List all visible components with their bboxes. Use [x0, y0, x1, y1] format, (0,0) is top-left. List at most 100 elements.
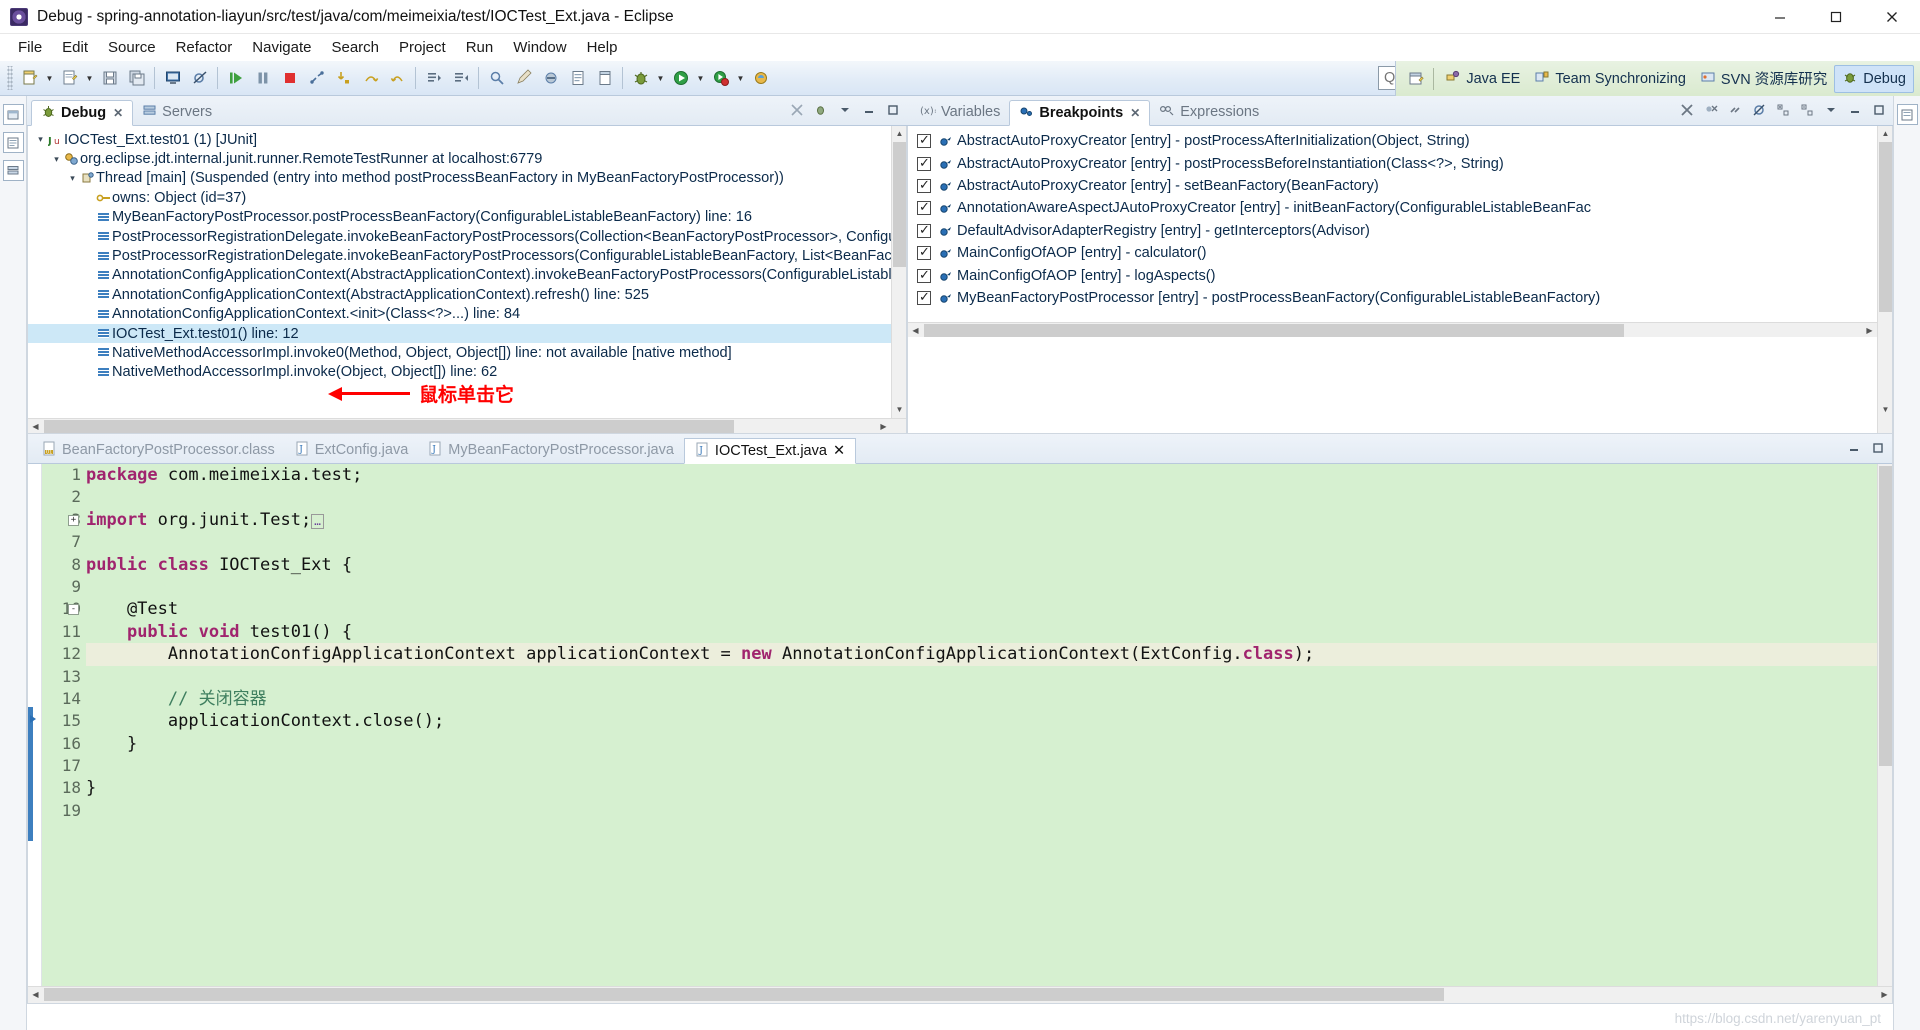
new-java-class-icon[interactable]: [56, 65, 83, 91]
breakpoint-checkbox[interactable]: [917, 132, 931, 149]
skip-breakpoints-icon[interactable]: [1749, 100, 1769, 120]
menu-source[interactable]: Source: [98, 36, 166, 59]
breakpoint-row[interactable]: AbstractAutoProxyCreator [entry] - setBe…: [908, 175, 1892, 197]
minimize-icon[interactable]: [1844, 438, 1864, 458]
external-tools-icon[interactable]: [747, 65, 774, 91]
scroll-thumb[interactable]: [893, 142, 906, 267]
debug-tree-row[interactable]: owns: Object (id=37): [28, 188, 906, 207]
step-return-icon[interactable]: [384, 65, 411, 91]
save-icon[interactable]: [96, 65, 123, 91]
previous-annotation-icon[interactable]: [447, 65, 474, 91]
twisty-expanded-icon[interactable]: ▾: [66, 173, 79, 184]
expand-all-icon[interactable]: [1773, 100, 1793, 120]
menu-help[interactable]: Help: [577, 36, 628, 59]
close-icon[interactable]: ✕: [113, 106, 123, 120]
breakpoints-hscrollbar[interactable]: ◀ ▶: [908, 322, 1877, 337]
new-wizard-icon[interactable]: [16, 65, 43, 91]
perspective-team-synchronizing[interactable]: Team Synchronizing: [1527, 66, 1693, 92]
perspective-svn[interactable]: SVN 资源库研究: [1693, 65, 1834, 92]
code-text[interactable]: package com.meimeixia.test; import org.ju…: [86, 464, 1892, 986]
coverage-dropdown[interactable]: ▼: [734, 65, 747, 91]
scroll-up-icon[interactable]: ▲: [892, 126, 906, 141]
code-line[interactable]: applicationContext.close();: [86, 710, 1892, 732]
scroll-up-icon[interactable]: ▲: [1878, 126, 1892, 141]
maximize-icon[interactable]: [1869, 100, 1889, 120]
save-all-icon[interactable]: [123, 65, 150, 91]
scroll-right-icon[interactable]: ▶: [876, 419, 891, 433]
menu-refactor[interactable]: Refactor: [166, 36, 243, 59]
scroll-left-icon[interactable]: ◀: [908, 323, 923, 338]
code-line[interactable]: public class IOCTest_Ext {: [86, 554, 1892, 576]
scroll-thumb[interactable]: [924, 324, 1624, 337]
search-icon[interactable]: [483, 65, 510, 91]
editor-vscrollbar[interactable]: [1877, 464, 1892, 986]
breakpoint-checkbox[interactable]: [917, 244, 931, 261]
menu-project[interactable]: Project: [389, 36, 456, 59]
fold-expand-icon[interactable]: +: [68, 514, 79, 526]
breakpoint-row[interactable]: MainConfigOfAOP [entry] - logAspects(): [908, 264, 1892, 286]
editor-hscrollbar[interactable]: ◀ ▶: [28, 986, 1892, 1003]
scroll-thumb[interactable]: [44, 420, 734, 433]
maximize-icon[interactable]: [1868, 438, 1888, 458]
debug-tree-row-selected[interactable]: IOCTest_Ext.test01() line: 12: [28, 323, 906, 344]
twisty-expanded-icon[interactable]: ▾: [50, 154, 63, 165]
tab-breakpoints[interactable]: Breakpoints ✕: [1009, 100, 1151, 126]
step-into-icon[interactable]: [330, 65, 357, 91]
menu-window[interactable]: Window: [503, 36, 576, 59]
debug-tree-hscrollbar[interactable]: ◀ ▶: [28, 418, 906, 433]
menu-edit[interactable]: Edit: [52, 36, 98, 59]
editor-tab[interactable]: 01 BeanFactoryPostProcessor.class: [32, 437, 285, 463]
minimize-icon[interactable]: [1845, 100, 1865, 120]
debug-tree-row[interactable]: AnnotationConfigApplicationContext.<init…: [28, 305, 906, 324]
restore-view-icon[interactable]: [2, 104, 24, 125]
menu-file[interactable]: File: [8, 36, 52, 59]
toolbar-grip[interactable]: [7, 66, 13, 90]
package-explorer-icon[interactable]: [2, 132, 24, 153]
tab-servers[interactable]: Servers: [133, 99, 221, 125]
scroll-down-icon[interactable]: ▼: [1878, 402, 1892, 417]
editor-tab[interactable]: J MyBeanFactoryPostProcessor.java: [418, 437, 684, 463]
breakpoint-row[interactable]: AbstractAutoProxyCreator [entry] - postP…: [908, 152, 1892, 174]
debug-tree-row[interactable]: AnnotationConfigApplicationContext(Abstr…: [28, 266, 906, 285]
minimize-icon[interactable]: [859, 100, 879, 120]
toggle-mark-icon[interactable]: [537, 65, 564, 91]
breakpoint-row[interactable]: MainConfigOfAOP [entry] - calculator(): [908, 242, 1892, 264]
menu-navigate[interactable]: Navigate: [242, 36, 321, 59]
breakpoint-row[interactable]: DefaultAdvisorAdapterRegistry [entry] - …: [908, 220, 1892, 242]
code-line[interactable]: package com.meimeixia.test;: [86, 464, 1892, 486]
menu-run[interactable]: Run: [456, 36, 504, 59]
outline-view-icon[interactable]: [1896, 104, 1918, 125]
perspective-debug[interactable]: Debug: [1834, 64, 1914, 93]
code-line[interactable]: [86, 576, 1892, 598]
breakpoint-checkbox[interactable]: [917, 155, 931, 171]
debug-tree-row[interactable]: NativeMethodAccessorImpl.invoke0(Method,…: [28, 343, 906, 362]
breakpoints-list[interactable]: AbstractAutoProxyCreator [entry] - postP…: [908, 126, 1892, 309]
step-over-icon[interactable]: [357, 65, 384, 91]
perspective-java-ee[interactable]: Java EE: [1438, 66, 1527, 92]
debug-tree-row[interactable]: MyBeanFactoryPostProcessor.postProcessBe…: [28, 208, 906, 227]
code-line[interactable]: [86, 486, 1892, 508]
editor-tab[interactable]: J IOCTest_Ext.java ✕: [683, 438, 857, 464]
code-line[interactable]: import org.junit.Test;…: [86, 509, 1892, 531]
open-perspective-icon[interactable]: [1402, 66, 1429, 92]
console-icon[interactable]: [159, 65, 186, 91]
breakpoint-checkbox[interactable]: [917, 267, 931, 283]
terminate-icon[interactable]: [276, 65, 303, 91]
skip-all-breakpoints-icon[interactable]: [186, 65, 213, 91]
breakpoint-checkbox[interactable]: [917, 289, 931, 305]
breakpoint-checkbox[interactable]: [917, 177, 931, 193]
twisty-expanded-icon[interactable]: ▾: [34, 134, 47, 145]
scroll-thumb[interactable]: [1879, 142, 1892, 312]
code-line[interactable]: // 关闭容器: [86, 688, 1892, 710]
open-task-icon[interactable]: [591, 65, 618, 91]
close-icon[interactable]: ✕: [1130, 106, 1140, 120]
maximize-button[interactable]: [1808, 0, 1864, 34]
scroll-right-icon[interactable]: ▶: [1862, 323, 1877, 338]
editor-marker-ruler[interactable]: [28, 464, 42, 986]
code-line[interactable]: [86, 800, 1892, 822]
menu-search[interactable]: Search: [321, 36, 389, 59]
code-line[interactable]: [86, 531, 1892, 553]
debug-tree-row[interactable]: ▾ org.eclipse.jdt.internal.junit.runner.R…: [28, 149, 906, 168]
open-type-icon[interactable]: [564, 65, 591, 91]
maximize-icon[interactable]: [883, 100, 903, 120]
